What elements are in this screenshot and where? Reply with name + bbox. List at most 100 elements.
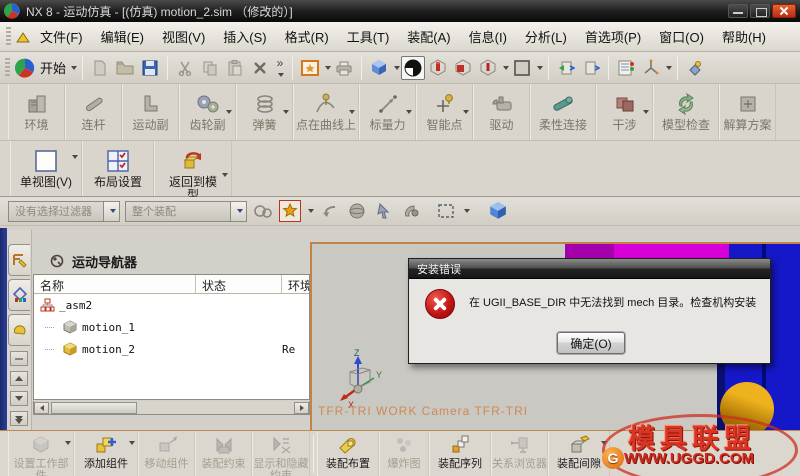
chevron-down-icon[interactable] (71, 65, 78, 70)
window-style-button[interactable] (298, 56, 322, 80)
pane-button[interactable] (510, 56, 534, 80)
menu-tools[interactable]: 工具(T) (338, 23, 399, 50)
information-list-button[interactable] (614, 56, 638, 80)
chevron-down-icon[interactable] (72, 155, 78, 159)
driver-button[interactable]: 驱动 (473, 84, 530, 140)
chevron-down-icon[interactable] (643, 110, 649, 114)
column-name[interactable]: 名称 (34, 275, 196, 293)
menu-information[interactable]: 信息(I) (460, 23, 516, 50)
highlight-filter-button[interactable] (279, 200, 301, 222)
copy-button[interactable] (198, 56, 222, 80)
chevron-down-icon[interactable] (406, 110, 412, 114)
show-hide-constraints-button[interactable]: 显示和隐藏约束 (252, 431, 310, 476)
wcs-cube-button[interactable] (487, 200, 509, 222)
snapshot-button[interactable] (252, 200, 274, 222)
relations-browser-button[interactable]: 关系浏览器 (491, 431, 548, 476)
scroll-right-button[interactable] (294, 401, 309, 414)
chevron-down-icon[interactable] (349, 110, 355, 114)
scroll-left-button[interactable] (34, 401, 49, 414)
layout-settings-button[interactable]: 布局设置 (82, 141, 154, 196)
menu-file[interactable]: 文件(F) (31, 23, 92, 50)
window-new-button[interactable] (554, 56, 578, 80)
datum-button[interactable] (683, 56, 707, 80)
scroll-thumb[interactable] (51, 401, 137, 414)
assembly-sequence-button[interactable]: 装配序列 (429, 431, 491, 476)
move-component-button[interactable]: 移动组件 (138, 431, 195, 476)
flexible-connection-button[interactable]: 柔性连接 (530, 84, 596, 140)
add-component-button[interactable]: 添加组件 (74, 431, 138, 476)
rendering-style-button[interactable] (401, 55, 426, 80)
gear-pair-button[interactable]: 齿轮副 (179, 84, 236, 140)
assembly-constraints-button[interactable]: 装配约束 (195, 431, 252, 476)
model-part-yellow-cylinder[interactable] (720, 382, 774, 430)
chevron-down-icon[interactable] (222, 173, 228, 177)
clip-section-button[interactable] (451, 56, 475, 80)
chevron-down-icon[interactable] (308, 209, 314, 213)
chevron-down-icon[interactable] (129, 441, 135, 445)
select-handle-button[interactable] (373, 200, 395, 222)
print-button[interactable] (332, 56, 356, 80)
chevron-down-icon[interactable] (325, 65, 332, 70)
minimize-button[interactable] (728, 4, 748, 18)
close-button[interactable] (772, 4, 796, 18)
menu-edit[interactable]: 编辑(E) (92, 23, 153, 50)
tree-row-motion1[interactable]: motion_1 (34, 316, 309, 338)
cut-button[interactable] (173, 56, 197, 80)
interference-button[interactable]: 干涉 (596, 84, 653, 140)
chevron-down-icon[interactable] (65, 441, 71, 445)
chevron-down-icon[interactable] (464, 209, 470, 213)
edit-section-button[interactable] (476, 56, 500, 80)
section-cube-button[interactable] (426, 56, 450, 80)
menu-preferences[interactable]: 首选项(P) (576, 23, 650, 50)
resource-scroll-bottom-button[interactable] (10, 411, 28, 426)
tree-row-asm2[interactable]: _asm2 (34, 294, 309, 316)
menu-analysis[interactable]: 分析(L) (516, 23, 576, 50)
chevron-down-icon[interactable] (666, 65, 673, 70)
tab-history[interactable] (8, 314, 30, 346)
paste-button[interactable] (223, 56, 247, 80)
column-environment[interactable]: 环境 (282, 275, 309, 293)
new-button[interactable] (88, 56, 112, 80)
chevron-down-icon[interactable] (503, 65, 510, 70)
smart-point-button[interactable]: 智能点 (416, 84, 473, 140)
point-on-curve-button[interactable]: 点在曲线上 (293, 84, 359, 140)
tab-assembly-navigator[interactable] (8, 244, 30, 276)
menu-window[interactable]: 窗口(O) (650, 23, 713, 50)
start-button[interactable]: 开始 (40, 58, 66, 77)
chevron-down-icon[interactable] (103, 201, 119, 221)
return-to-model-button[interactable]: 返回到模型 (154, 141, 232, 202)
tree-row-motion2[interactable]: motion_2 Re (34, 338, 309, 360)
view-orient-button[interactable] (367, 56, 391, 80)
save-button[interactable] (138, 56, 162, 80)
chevron-down-icon[interactable] (230, 201, 246, 221)
chevron-down-icon[interactable] (226, 110, 232, 114)
joint-button[interactable]: 运动副 (122, 84, 179, 140)
toolbar-overflow-button[interactable]: » (273, 57, 287, 78)
spring-button[interactable]: 弹簧 (236, 84, 293, 140)
assembly-clearance-button[interactable]: 装配间隙 (548, 431, 610, 476)
tab-constraint-navigator[interactable] (8, 279, 30, 311)
chevron-down-icon[interactable] (283, 110, 289, 114)
hand-tool-button[interactable] (400, 200, 422, 222)
chevron-down-icon[interactable] (394, 65, 401, 70)
window-cascade-button[interactable] (579, 56, 603, 80)
chevron-down-icon[interactable] (463, 110, 469, 114)
link-button[interactable]: 连杆 (65, 84, 122, 140)
assembly-arrangements-button[interactable]: 装配布置 (317, 431, 379, 476)
menu-help[interactable]: 帮助(H) (713, 23, 775, 50)
resource-scroll-top-button[interactable] (10, 351, 28, 366)
csys-button[interactable] (639, 56, 663, 80)
chevron-down-icon[interactable] (601, 441, 607, 445)
menu-assemblies[interactable]: 装配(A) (398, 23, 459, 50)
menu-view[interactable]: 视图(V) (153, 23, 214, 50)
open-button[interactable] (113, 56, 137, 80)
model-check-button[interactable]: 模型检查 (653, 84, 719, 140)
toolbar-grip[interactable] (5, 57, 10, 78)
sphere-tool-button[interactable] (346, 200, 368, 222)
ok-button[interactable]: 确定(O) (557, 332, 625, 354)
menu-insert[interactable]: 插入(S) (214, 23, 275, 50)
selection-scope-dropdown[interactable]: 整个装配 (125, 200, 247, 222)
environment-button[interactable]: 环境 (8, 84, 65, 140)
resource-scroll-up-button[interactable] (10, 371, 28, 386)
toolbar-grip[interactable] (6, 26, 11, 47)
